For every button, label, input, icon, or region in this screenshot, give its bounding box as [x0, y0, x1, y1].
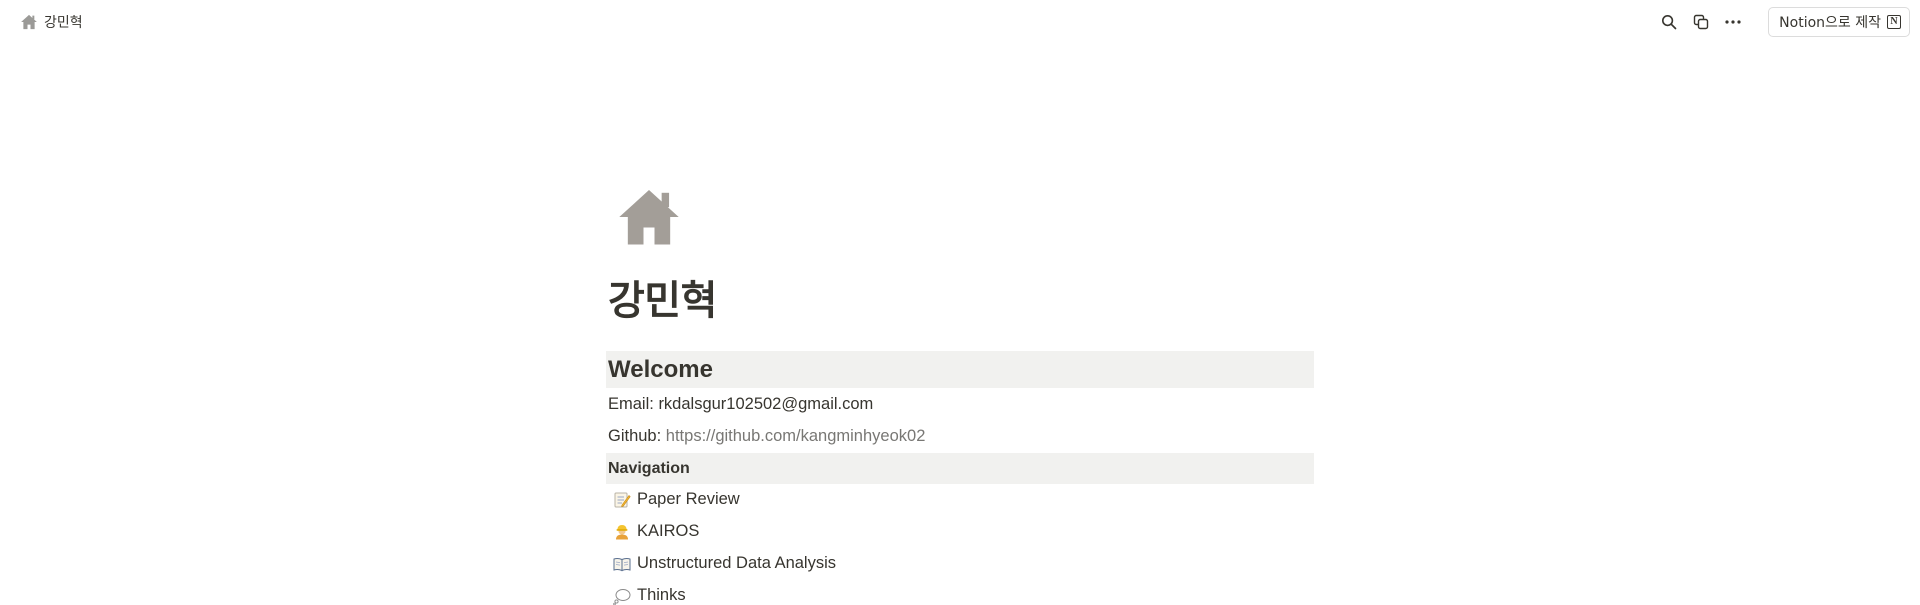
duplicate-icon [1693, 14, 1709, 30]
nav-item-unstructured-data-analysis[interactable]: Unstructured Data Analysis [612, 554, 836, 573]
email-value: rkdalsgur102502@gmail.com [658, 395, 874, 413]
github-link[interactable]: https://github.com/kangminhyeok02 [666, 427, 926, 445]
duplicate-button[interactable] [1690, 11, 1712, 33]
github-line: Github: https://github.com/kangminhyeok0… [608, 427, 925, 446]
thought-bubble-icon [612, 586, 631, 605]
page-title: 강민혁 [608, 278, 717, 324]
search-button[interactable] [1658, 11, 1680, 33]
construction-worker-icon [612, 522, 631, 541]
breadcrumb[interactable]: 강민혁 [14, 8, 89, 36]
memo-icon [612, 490, 631, 509]
nav-item-label: Paper Review [637, 490, 740, 508]
top-bar: 강민혁 Notion으로 제작 N [0, 0, 1920, 44]
topbar-actions: Notion으로 제작 N [1658, 7, 1910, 37]
nav-item-label: KAIROS [637, 522, 700, 540]
made-with-notion-label: Notion으로 제작 [1779, 15, 1881, 31]
breadcrumb-page-title: 강민혁 [44, 15, 83, 31]
made-with-notion-button[interactable]: Notion으로 제작 N [1768, 7, 1910, 37]
search-icon [1661, 14, 1677, 30]
page-home-icon[interactable] [616, 184, 682, 250]
welcome-heading: Welcome [606, 351, 1314, 388]
github-label: Github: [608, 427, 662, 445]
more-options-button[interactable] [1722, 11, 1744, 33]
nav-item-paper-review[interactable]: Paper Review [612, 490, 740, 509]
navigation-heading: Navigation [606, 453, 1314, 484]
nav-item-thinks[interactable]: Thinks [612, 586, 686, 605]
nav-item-label: Unstructured Data Analysis [637, 554, 837, 572]
open-book-icon [612, 554, 631, 573]
notion-logo-icon: N [1887, 15, 1901, 29]
home-icon [20, 13, 38, 31]
email-line: Email: rkdalsgur102502@gmail.com [608, 395, 873, 414]
nav-item-label: Thinks [637, 586, 686, 604]
more-icon [1724, 14, 1742, 30]
email-label: Email: [608, 395, 654, 413]
nav-item-kairos[interactable]: KAIROS [612, 522, 699, 541]
